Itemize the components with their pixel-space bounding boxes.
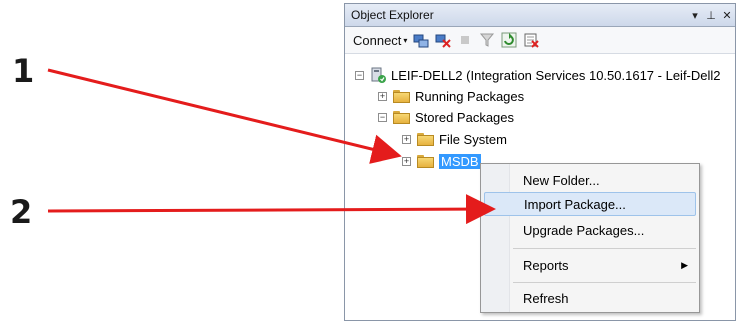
integration-services-server-icon [371, 67, 386, 83]
folder-icon [417, 154, 434, 168]
submenu-arrow-icon: ▶ [681, 259, 688, 270]
panel-title-bar: Object Explorer ▾ ⊥ ✕ [345, 4, 735, 27]
menu-item-refresh[interactable]: Refresh [484, 286, 696, 310]
pin-icon[interactable]: ⊥ [703, 9, 719, 22]
refresh-icon[interactable] [501, 32, 517, 48]
menu-item-import-package[interactable]: Import Package... [484, 192, 696, 216]
panel-toolbar: Connect ▾ [345, 27, 735, 54]
expand-icon[interactable]: + [378, 91, 387, 101]
tree-node-stored-packages[interactable]: − Stored Packages [378, 108, 514, 126]
running-packages-label: Running Packages [415, 88, 525, 104]
window-position-dropdown-icon[interactable]: ▾ [687, 9, 703, 22]
menu-item-reports[interactable]: Reports ▶ [484, 253, 696, 277]
menu-item-new-folder[interactable]: New Folder... [484, 168, 696, 192]
tree-node-server[interactable]: − LEIF-DELL2 (Integration Services 10.50… [355, 66, 721, 84]
new-folder-label: New Folder... [523, 172, 600, 188]
file-system-label: File System [439, 131, 507, 147]
stored-packages-label: Stored Packages [415, 109, 515, 125]
expand-icon[interactable]: + [402, 134, 411, 144]
collapse-icon[interactable]: − [378, 112, 387, 122]
tree-node-file-system[interactable]: + File System [402, 130, 507, 148]
filter-icon[interactable] [479, 32, 495, 48]
callout-number-2: 2 [10, 193, 33, 231]
tree-node-running-packages[interactable]: + Running Packages [378, 87, 524, 105]
server-label: LEIF-DELL2 (Integration Services 10.50.1… [391, 67, 721, 83]
chevron-down-icon: ▾ [403, 35, 408, 45]
reports-label: Reports [523, 257, 569, 273]
callout-number-1: 1 [12, 52, 35, 90]
collapse-icon[interactable]: − [355, 70, 364, 80]
disconnect-server-icon[interactable] [435, 32, 452, 48]
upgrade-packages-label: Upgrade Packages... [523, 222, 645, 238]
msdb-label: MSDB [439, 153, 481, 169]
connect-button[interactable]: Connect ▾ [353, 33, 407, 48]
folder-icon [393, 110, 410, 124]
import-package-label: Import Package... [524, 196, 626, 212]
summary-report-icon[interactable] [523, 32, 540, 48]
menu-item-upgrade-packages[interactable]: Upgrade Packages... [484, 218, 696, 242]
panel-title: Object Explorer [351, 8, 434, 22]
menu-separator [513, 248, 696, 249]
folder-icon [417, 132, 434, 146]
refresh-label: Refresh [523, 290, 569, 306]
folder-icon [393, 89, 410, 103]
stop-icon[interactable] [457, 32, 473, 48]
context-menu: New Folder... Import Package... Upgrade … [480, 163, 700, 313]
connect-label: Connect [353, 32, 402, 48]
tree-node-msdb[interactable]: + MSDB [402, 152, 481, 170]
menu-separator [513, 282, 696, 283]
connect-server-icon[interactable] [413, 32, 429, 48]
close-icon[interactable]: ✕ [719, 9, 735, 22]
expand-icon[interactable]: + [402, 156, 411, 166]
